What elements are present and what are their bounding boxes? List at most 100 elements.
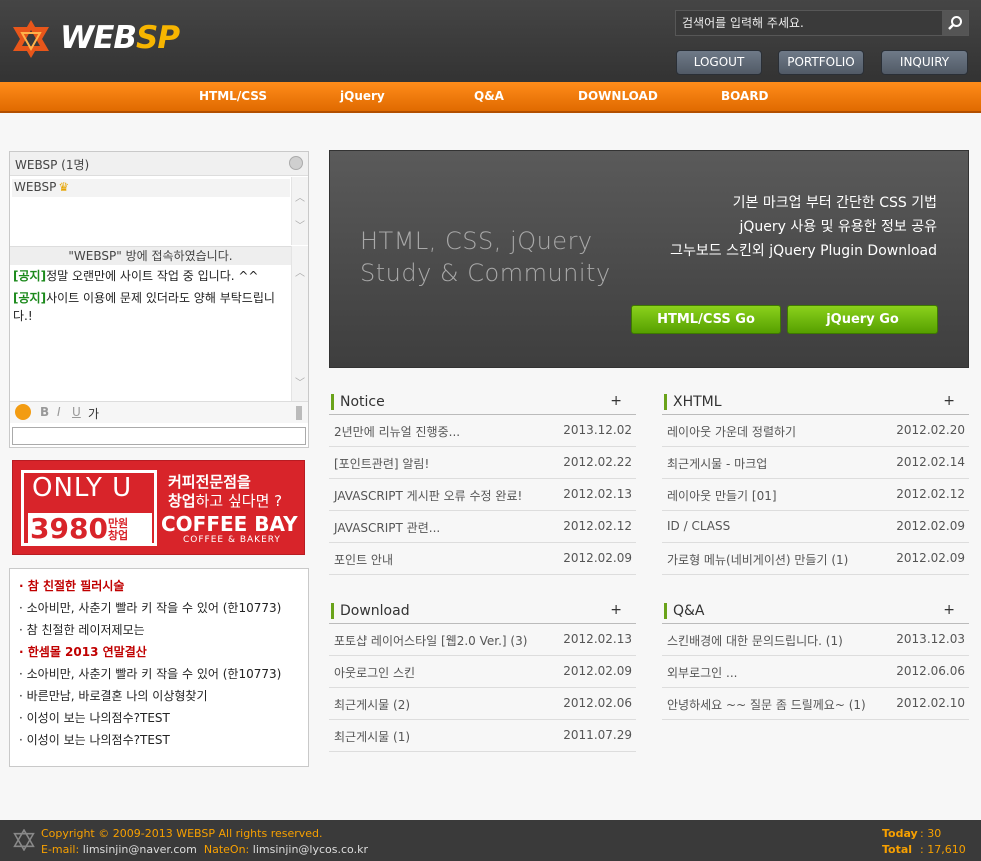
board-title[interactable]: Notice	[340, 394, 385, 410]
board-row[interactable]: JAVASCRIPT 관련... 2012.02.12	[329, 511, 636, 543]
chevron-up-icon[interactable]: ︿	[295, 264, 305, 279]
board-row[interactable]: JAVASCRIPT 게시판 오류 수정 완료! 2012.02.13	[329, 479, 636, 511]
hero-title-line-2: Study & Community	[360, 259, 611, 287]
copyright-text: Copyright © 2009-2013 WEBSP All rights r…	[41, 827, 323, 840]
board-notice: Notice + 2년만에 리뉴얼 진행중... 2013.12.02 [포인트관련…	[329, 392, 636, 575]
ad-banner[interactable]: ONLY U 3980만원 창업 커피전문점을 창업하고 싶다면 ? COFFEE…	[12, 460, 305, 555]
more-button[interactable]: +	[610, 393, 622, 409]
board-title[interactable]: Q&A	[673, 603, 705, 619]
more-button[interactable]: +	[943, 602, 955, 618]
board-row-title[interactable]: 스킨배경에 대한 문의드립니다. (1)	[667, 632, 843, 649]
hero-description: 기본 마크업 부터 간단한 CSS 기법 jQuery 사용 및 유용한 정보 …	[670, 191, 937, 263]
board-row[interactable]: 외부로그인 ... 2012.06.06	[662, 656, 969, 688]
board-row[interactable]: 레이아웃 만들기 [01] 2012.02.12	[662, 479, 969, 511]
board-title[interactable]: Download	[340, 603, 410, 619]
site-logo[interactable]: WEBSP	[10, 18, 190, 64]
board-marker	[664, 603, 667, 619]
list-item[interactable]: · 참 친절한 필러시술	[19, 575, 299, 597]
board-row-title[interactable]: 아웃로그인 스킨	[334, 664, 415, 681]
board-row-title[interactable]: 포토샵 레이어스타일 [웹2.0 Ver.] (3)	[334, 632, 527, 649]
nav-item-download[interactable]: DOWNLOAD	[578, 89, 658, 103]
hero-desc-line: 기본 마크업 부터 간단한 CSS 기법	[732, 195, 937, 211]
board-row-title[interactable]: 포인트 안내	[334, 551, 393, 568]
board-row-title[interactable]: 2년만에 리뉴얼 진행중...	[334, 423, 460, 440]
more-button[interactable]: +	[943, 393, 955, 409]
total-value: : 17,610	[920, 843, 966, 856]
resize-handle-icon[interactable]	[296, 406, 302, 420]
chevron-down-icon[interactable]: ﹀	[295, 217, 305, 232]
chevron-down-icon[interactable]: ﹀	[295, 374, 305, 389]
chat-input[interactable]	[12, 427, 306, 445]
notice-tag: [공지]	[13, 291, 47, 305]
list-item[interactable]: · 소아비만, 사춘기 빨라 키 작을 수 있어 (한10773)	[19, 597, 299, 619]
board-row[interactable]: 최근게시물 (1) 2011.07.29	[329, 720, 636, 752]
sponsored-links: · 참 친절한 필러시술 · 소아비만, 사춘기 빨라 키 작을 수 있어 (한…	[9, 568, 309, 767]
nav-item-html-css[interactable]: HTML/CSS	[199, 89, 267, 103]
board-row[interactable]: 레이아웃 가운데 정렬하기 2012.02.20	[662, 415, 969, 447]
inquiry-button[interactable]: INQUIRY	[881, 50, 968, 75]
list-item[interactable]: · 이성이 보는 나의점수?TEST	[19, 707, 299, 729]
portfolio-button[interactable]: PORTFOLIO	[778, 50, 864, 75]
board-marker	[331, 603, 334, 619]
main-nav: HTML/CSS jQuery Q&A DOWNLOAD BOARD	[0, 82, 981, 113]
board-row[interactable]: 최근게시물 (2) 2012.02.06	[329, 688, 636, 720]
chat-user[interactable]: WEBSP ♛	[12, 179, 290, 197]
board-row-title[interactable]: 최근게시물 - 마크업	[667, 455, 767, 472]
board-row[interactable]: 안녕하세요 ~~ 질문 좀 드릴께요~ (1) 2012.02.10	[662, 688, 969, 720]
board-row-title[interactable]: 레이아웃 가운데 정렬하기	[667, 423, 796, 440]
email-label: E-mail:	[41, 843, 80, 856]
board-row[interactable]: 가로형 메뉴(네비게이션) 만들기 (1) 2012.02.09	[662, 543, 969, 575]
chat-settings-icon[interactable]	[289, 156, 303, 170]
board-title[interactable]: XHTML	[673, 394, 722, 410]
list-item[interactable]: · 바른만남, 바로결혼 나의 이상형찾기	[19, 685, 299, 707]
board-row-title[interactable]: 가로형 메뉴(네비게이션) 만들기 (1)	[667, 551, 848, 568]
board-row-title[interactable]: ID / CLASS	[667, 519, 730, 533]
emoticon-icon[interactable]	[15, 404, 31, 420]
list-item[interactable]: · 한셈몰 2013 연말결산	[19, 641, 299, 663]
board-row-title[interactable]: JAVASCRIPT 관련...	[334, 519, 440, 536]
board-row[interactable]: 스킨배경에 대한 문의드립니다. (1) 2013.12.03	[662, 624, 969, 656]
board-row-title[interactable]: 안녕하세요 ~~ 질문 좀 드릴께요~ (1)	[667, 696, 866, 713]
board-row-title[interactable]: 레이아웃 만들기 [01]	[667, 487, 777, 504]
board-row-title[interactable]: 외부로그인 ...	[667, 664, 737, 681]
html-css-go-button[interactable]: HTML/CSS Go	[631, 305, 781, 334]
chat-scrollbar[interactable]: ︿ ﹀	[291, 246, 308, 401]
board-row[interactable]: 아웃로그인 스킨 2012.02.09	[329, 656, 636, 688]
bold-button[interactable]: B	[40, 405, 49, 419]
board-row[interactable]: ID / CLASS 2012.02.09	[662, 511, 969, 543]
board-row-title[interactable]: JAVASCRIPT 게시판 오류 수정 완료!	[334, 487, 522, 504]
nav-item-board[interactable]: BOARD	[721, 89, 769, 103]
logout-button[interactable]: LOGOUT	[676, 50, 762, 75]
board-row-title[interactable]: 최근게시물 (1)	[334, 728, 410, 745]
nav-item-jquery[interactable]: jQuery	[340, 89, 385, 103]
nateon-link[interactable]: limsinjin@lycos.co.kr	[253, 843, 368, 856]
list-item[interactable]: · 이성이 보는 나의점수?TEST	[19, 729, 299, 751]
board-row-date: 2012.02.20	[896, 423, 965, 437]
board-row[interactable]: 2년만에 리뉴얼 진행중... 2013.12.02	[329, 415, 636, 447]
search-input[interactable]	[676, 11, 942, 35]
font-button[interactable]: 가	[88, 405, 99, 422]
board-row-date: 2012.02.09	[563, 551, 632, 565]
chat-message-text: 정말 오랜만에 사이트 작업 중 입니다. ^^	[46, 269, 259, 283]
banner-price-unit2: 창업	[107, 529, 129, 542]
board-row[interactable]: [포인트관련] 알림! 2012.02.22	[329, 447, 636, 479]
search-button[interactable]	[942, 11, 968, 35]
board-row[interactable]: 포인트 안내 2012.02.09	[329, 543, 636, 575]
italic-button[interactable]: I	[57, 405, 61, 419]
user-list-scrollbar[interactable]: ︿ ﹀	[291, 177, 308, 245]
underline-button[interactable]: U	[72, 405, 81, 419]
more-button[interactable]: +	[610, 602, 622, 618]
board-row-title[interactable]: 최근게시물 (2)	[334, 696, 410, 713]
board-row[interactable]: 최근게시물 - 마크업 2012.02.14	[662, 447, 969, 479]
today-label: Today	[882, 827, 918, 840]
board-row[interactable]: 포토샵 레이어스타일 [웹2.0 Ver.] (3) 2012.02.13	[329, 624, 636, 656]
email-link[interactable]: limsinjin@naver.com	[83, 843, 197, 856]
banner-price: 3980만원 창업	[28, 513, 152, 545]
board-row-title[interactable]: [포인트관련] 알림!	[334, 455, 429, 472]
jquery-go-button[interactable]: jQuery Go	[787, 305, 938, 334]
nav-item-qna[interactable]: Q&A	[474, 89, 504, 103]
chevron-up-icon[interactable]: ︿	[295, 189, 305, 204]
list-item[interactable]: · 참 친절한 레이저제모는	[19, 619, 299, 641]
list-item[interactable]: · 소아비만, 사춘기 빨라 키 작을 수 있어 (한10773)	[19, 663, 299, 685]
board-row-date: 2012.02.09	[896, 519, 965, 533]
